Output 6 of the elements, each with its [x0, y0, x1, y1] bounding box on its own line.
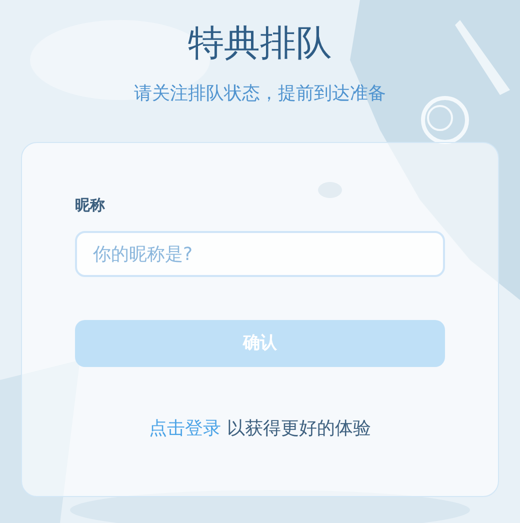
- login-link[interactable]: 点击登录: [149, 417, 221, 441]
- field-label: 昵称: [75, 195, 105, 215]
- hint-text: 以获得更好的体验: [227, 417, 371, 441]
- nickname-field[interactable]: 你的昵称是?: [75, 231, 445, 277]
- page-title: 特典排队: [188, 22, 332, 66]
- subtitle: 请关注排队状态，提前到达准备: [134, 82, 386, 106]
